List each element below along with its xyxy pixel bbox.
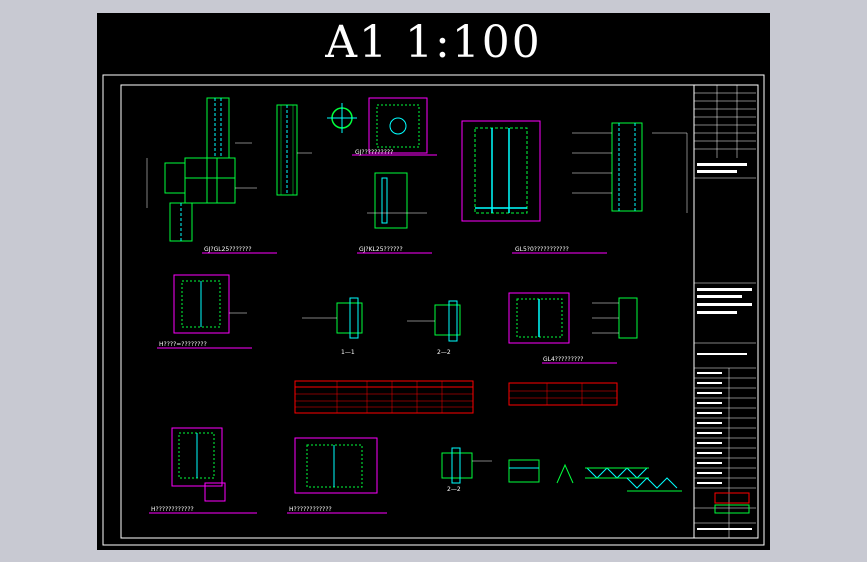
detail-column-2 (276, 104, 312, 196)
outer-frame (102, 74, 765, 546)
detail-h-row3-left (149, 427, 257, 514)
cad-drawing (102, 74, 765, 546)
detail-label-6: H???????????? (151, 506, 194, 513)
rebar-table-2 (508, 382, 618, 406)
detail-label-7: H???????????? (289, 506, 332, 513)
detail-beam-section-large (461, 120, 607, 254)
title-block-stamp (714, 492, 750, 504)
detail-section-1-1 (302, 297, 363, 339)
detail-label-3: GL5?0??????????? (515, 246, 569, 253)
detail-section-2-2-b (441, 447, 492, 484)
detail-beam-elevation-right (572, 122, 688, 213)
detail-truss-deck (508, 459, 682, 492)
detail-h-row3-mid (287, 437, 387, 514)
rebar-table-1 (294, 380, 474, 414)
section-label-2-2-b: 2—2 (447, 486, 461, 493)
detail-label-4: GL4????????? (543, 356, 584, 363)
section-label-1-1: 1—1 (341, 349, 355, 356)
detail-label-5: H????=???????? (159, 341, 207, 348)
detail-column-sections (327, 97, 437, 254)
drawing-sheet: A1 1:100 GJ?GL25??????? GJ?KL25?????? GL… (97, 13, 770, 550)
section-label-2-2: 2—2 (437, 349, 451, 356)
detail-label-1: GJ?GL25??????? (204, 246, 252, 253)
detail-beam-column-gl4 (508, 292, 638, 364)
title-block-stamp-2 (714, 504, 750, 514)
title-block-text (697, 163, 752, 530)
detail-section-2-2-a (407, 300, 461, 342)
detail-column-beam-1 (146, 97, 277, 254)
detail-label-2: GJ?KL25?????? (359, 246, 403, 253)
inner-frame (120, 84, 759, 539)
detail-h-row2-left (157, 274, 252, 349)
detail-label-8: GJ?????????? (355, 149, 394, 156)
